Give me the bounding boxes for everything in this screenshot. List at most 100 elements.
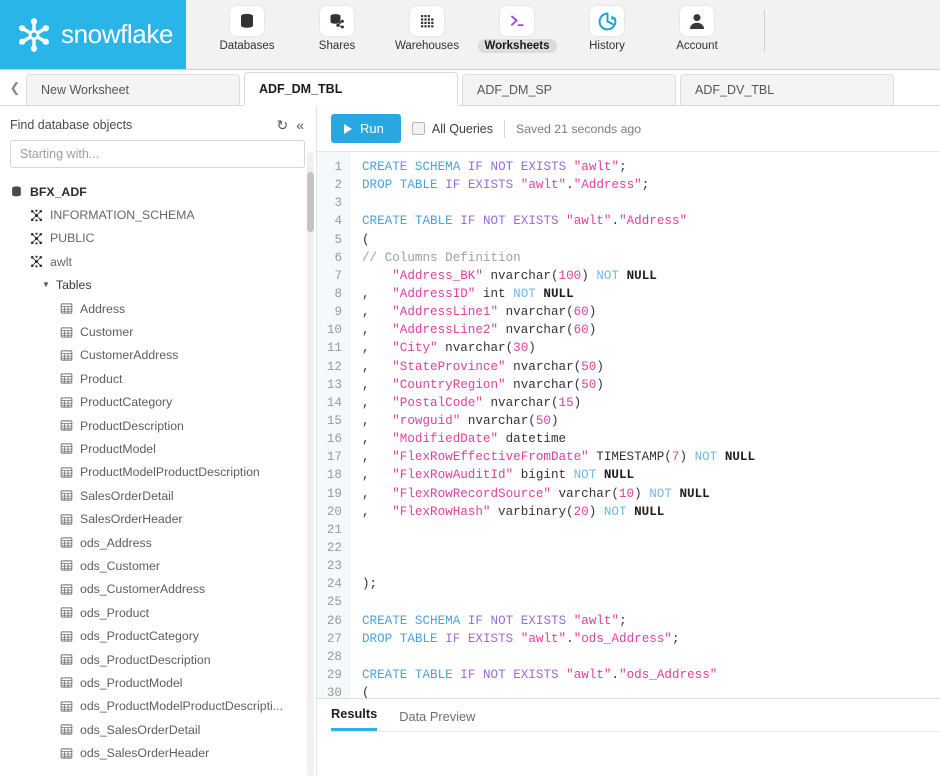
tree-item-label: Customer: [80, 325, 134, 340]
nav-label-worksheets: Worksheets: [477, 39, 557, 53]
tree-item-ods-salesorderdetail[interactable]: ods_SalesOrderDetail: [0, 718, 316, 741]
tree-item-ods-productdescription[interactable]: ods_ProductDescription: [0, 648, 316, 671]
table-icon: [60, 583, 73, 596]
nav-item-shares[interactable]: Shares: [300, 6, 374, 53]
tree-item-productdescription[interactable]: ProductDescription: [0, 414, 316, 437]
table-icon: [60, 442, 73, 455]
sidebar-scrollbar-thumb[interactable]: [307, 172, 314, 232]
tab-results[interactable]: Results: [331, 706, 378, 731]
line-number: 5: [334, 232, 342, 247]
database-icon: [10, 185, 23, 198]
tree-item-ods-customeraddress[interactable]: ods_CustomerAddress: [0, 578, 316, 601]
terminal-icon: [500, 6, 534, 36]
tree-item-label: ProductCategory: [80, 395, 173, 410]
line-number: 22: [326, 540, 342, 555]
tree-item-bfx-adf[interactable]: BFX_ADF: [0, 180, 316, 203]
code-line: CREATE TABLE IF NOT EXISTS "awlt"."Addre…: [362, 214, 688, 229]
table-icon: [60, 606, 73, 619]
all-queries-checkbox[interactable]: All Queries: [411, 121, 493, 136]
nav-item-history[interactable]: History: [570, 6, 644, 53]
search-input[interactable]: [10, 140, 305, 168]
share-icon: [320, 6, 354, 36]
brand-logo-area[interactable]: snowflake: [0, 0, 186, 69]
all-queries-label: All Queries: [431, 121, 493, 136]
table-icon: [60, 372, 73, 385]
schema-icon: [30, 232, 43, 245]
worksheet-tab-adf-dm-tbl[interactable]: ADF_DM_TBL: [244, 72, 458, 105]
sql-editor[interactable]: 1 2 3 4 5 6 7 8 9 10 11 12 13 14 15 16 17 18 19 20 21 22 23 24 2…: [317, 151, 940, 698]
line-number: 11: [326, 341, 342, 356]
table-icon: [60, 489, 73, 502]
tree-item-information-schema[interactable]: INFORMATION_SCHEMA: [0, 203, 316, 226]
code-line: , "AddressLine1" nvarchar(60): [362, 305, 597, 320]
code-line: , "AddressID" int NOT NULL: [362, 286, 574, 301]
worksheet-tab-new-worksheet[interactable]: New Worksheet: [26, 74, 240, 105]
worksheet-tab-adf-dv-tbl[interactable]: ADF_DV_TBL: [680, 74, 894, 105]
table-icon: [60, 559, 73, 572]
line-number: 4: [334, 214, 342, 229]
tree-item-customer[interactable]: Customer: [0, 320, 316, 343]
tree-item-product[interactable]: Product: [0, 367, 316, 390]
double-chevron-left-icon[interactable]: «: [296, 118, 304, 132]
nav-item-warehouses[interactable]: Warehouses: [390, 6, 464, 53]
brand-name: snowflake: [61, 19, 174, 49]
tree-item-ods-productmodelproductdescripti[interactable]: ods_ProductModelProductDescripti...: [0, 695, 316, 718]
tree-item-ods-customer[interactable]: ods_Customer: [0, 554, 316, 577]
tree-item-customeraddress[interactable]: CustomerAddress: [0, 344, 316, 367]
main-navigation: Databases Shares Warehouses Worksheets H…: [186, 0, 940, 69]
table-icon: [60, 700, 73, 713]
tree-item-ods-address[interactable]: ods_Address: [0, 531, 316, 554]
table-icon: [60, 630, 73, 643]
nav-item-worksheets[interactable]: Worksheets: [477, 6, 557, 53]
code-line: , "AddressLine2" nvarchar(60): [362, 323, 597, 338]
code-line: (: [362, 232, 370, 247]
table-icon: [60, 723, 73, 736]
tree-item-public[interactable]: PUBLIC: [0, 227, 316, 250]
database-object-tree: BFX_ADF INFORMATION_SCHEMA PUBLIC awlt ▼ Tabl…: [0, 178, 316, 776]
nav-item-databases[interactable]: Databases: [210, 6, 284, 53]
tree-item-awlt[interactable]: awlt: [0, 250, 316, 273]
run-button[interactable]: Run: [331, 114, 401, 143]
line-number: 1: [334, 160, 342, 174]
table-icon: [60, 419, 73, 432]
worksheet-tab-adf-dm-sp[interactable]: ADF_DM_SP: [462, 74, 676, 105]
editor-toolbar: Run All Queries Saved 21 seconds ago: [317, 106, 940, 151]
nav-item-account[interactable]: Account: [660, 6, 734, 53]
tab-data-preview[interactable]: Data Preview: [399, 709, 475, 731]
tree-item-ods-product[interactable]: ods_Product: [0, 601, 316, 624]
tree-item-ods-productcategory[interactable]: ods_ProductCategory: [0, 624, 316, 647]
tree-item-salesorderheader[interactable]: SalesOrderHeader: [0, 507, 316, 530]
results-panel: Results Data Preview: [317, 698, 940, 776]
line-number: 30: [326, 686, 342, 698]
tree-item-address[interactable]: Address: [0, 297, 316, 320]
table-icon: [60, 676, 73, 689]
tree-item-label: ProductModelProductDescription: [80, 465, 260, 480]
tree-item-ods-productmodel[interactable]: ods_ProductModel: [0, 671, 316, 694]
chevron-left-icon[interactable]: ❮: [4, 71, 26, 105]
tree-item-ods-salesorderheader[interactable]: ods_SalesOrderHeader: [0, 741, 316, 764]
line-number: 12: [326, 359, 342, 374]
tree-item-label: SalesOrderDetail: [80, 488, 174, 503]
worksheet-tab-label: ADF_DM_SP: [477, 83, 553, 97]
warehouse-icon: [410, 6, 444, 36]
schema-icon: [30, 209, 43, 222]
tree-item-productmodel[interactable]: ProductModel: [0, 437, 316, 460]
code-line: , "rowguid" nvarchar(50): [362, 413, 559, 428]
code-line: , "StateProvince" nvarchar(50): [362, 359, 604, 374]
schema-icon: [30, 255, 43, 268]
sql-code-area[interactable]: CREATE SCHEMA IF NOT EXISTS "awlt"; DROP …: [350, 152, 940, 698]
line-number: 17: [326, 450, 342, 465]
table-icon: [60, 513, 73, 526]
line-number: 24: [326, 577, 342, 592]
sidebar-scrollbar[interactable]: [307, 152, 314, 776]
refresh-icon[interactable]: ↻: [276, 118, 288, 132]
tree-item-salesorderdetail[interactable]: SalesOrderDetail: [0, 484, 316, 507]
tree-item-productcategory[interactable]: ProductCategory: [0, 391, 316, 414]
tree-item-label: ods_SalesOrderDetail: [80, 722, 201, 737]
line-number: 10: [326, 323, 342, 338]
tree-item-tables[interactable]: ▼ Tables: [0, 274, 316, 297]
code-line: , "FlexRowEffectiveFromDate" TIMESTAMP(7…: [362, 450, 756, 465]
tree-item-productmodelproductdescription[interactable]: ProductModelProductDescription: [0, 461, 316, 484]
